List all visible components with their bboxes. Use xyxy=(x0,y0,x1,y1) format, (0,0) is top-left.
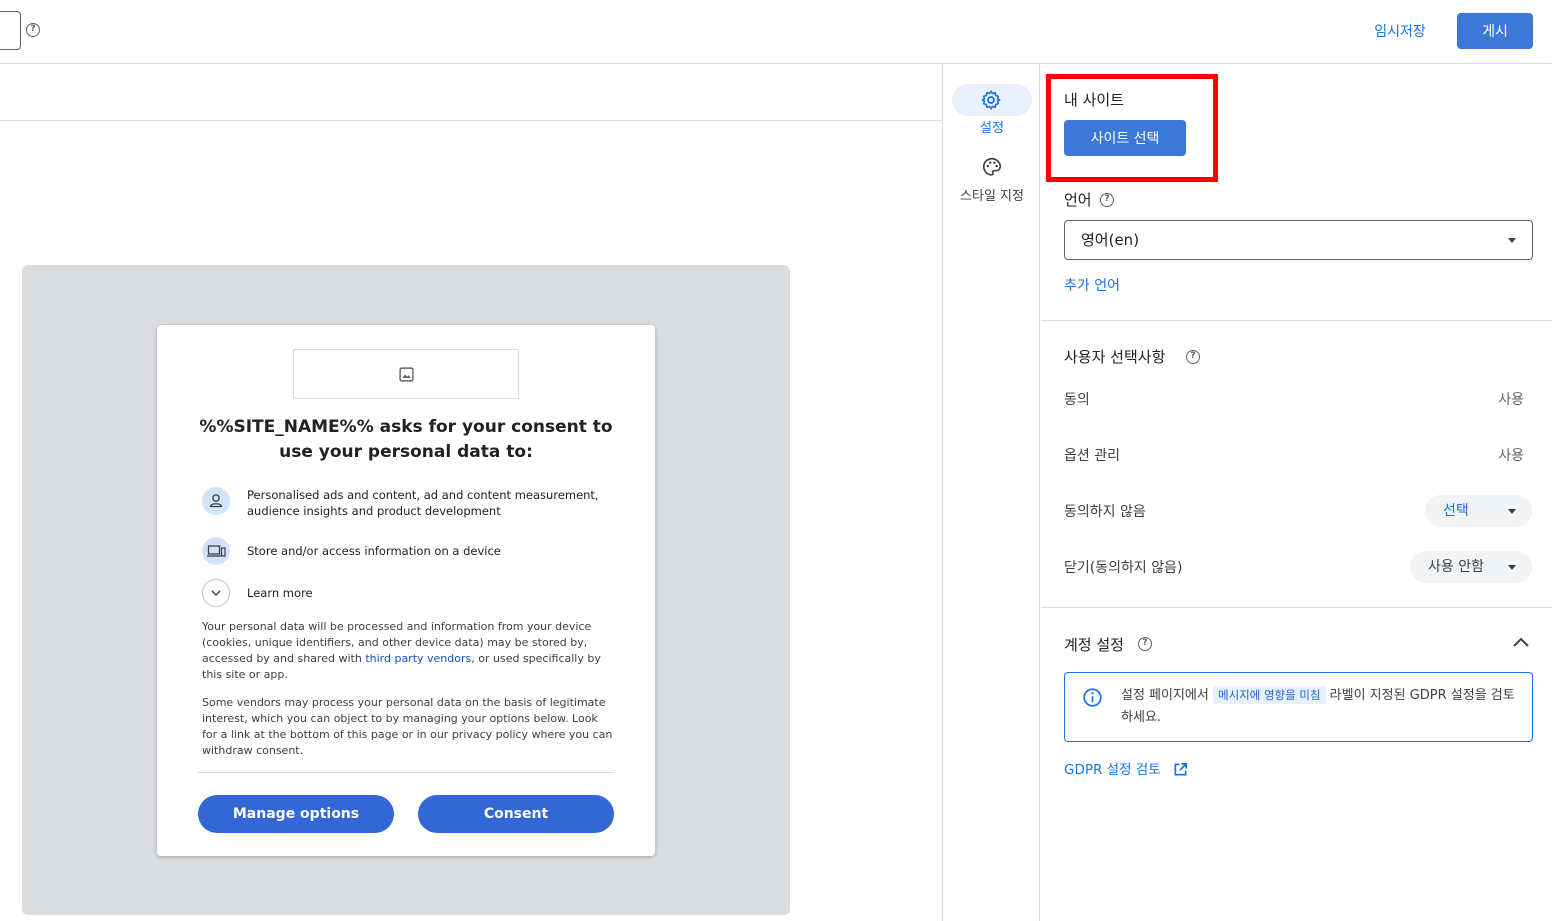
palette-icon xyxy=(982,157,1002,176)
side-rail: 설정 스타일 지정 xyxy=(942,64,1040,921)
choice-close-label: 닫기(동의하지 않음) xyxy=(1064,560,1183,576)
section-divider xyxy=(1041,607,1552,608)
choice-reject-label: 동의하지 않음 xyxy=(1064,504,1146,520)
user-choices-help-icon[interactable]: ? xyxy=(1186,350,1200,364)
rail-item-style[interactable]: 스타일 지정 xyxy=(943,152,1041,212)
consent-paragraph-2: Some vendors may process your personal d… xyxy=(202,696,613,757)
preview-area: %%SITE_NAME%% asks for your consent to u… xyxy=(22,265,790,915)
rail-item-settings[interactable]: 설정 xyxy=(943,64,1041,144)
reject-chip-value: 선택 xyxy=(1443,503,1469,519)
section-divider xyxy=(1041,320,1552,321)
learn-more-link[interactable]: Learn more xyxy=(247,585,447,601)
purpose-ads-text: Personalised ads and content, ad and con… xyxy=(247,488,599,518)
language-title: 언어 xyxy=(1064,191,1092,209)
person-icon xyxy=(202,487,230,515)
dropdown-arrow-icon xyxy=(1508,509,1516,514)
reject-select-chip[interactable]: 선택 xyxy=(1425,495,1532,527)
user-choices-title: 사용자 선택사항 xyxy=(1064,348,1166,366)
highlight-annotation xyxy=(1046,74,1218,182)
account-settings-title: 계정 설정 xyxy=(1064,636,1124,654)
message-name-field[interactable] xyxy=(0,11,21,50)
language-help-icon[interactable]: ? xyxy=(1100,193,1114,207)
gdpr-info-text: 설정 페이지에서 메시지에 영향을 미침 라벨이 지정된 GDPR 설정을 검토… xyxy=(1121,684,1521,729)
publish-button[interactable]: 게시 xyxy=(1457,13,1533,49)
third-party-vendors-link[interactable]: third party vendors xyxy=(365,652,471,665)
gear-icon xyxy=(981,90,1001,110)
close-select-chip[interactable]: 사용 안함 xyxy=(1410,551,1532,583)
language-value: 영어(en) xyxy=(1081,231,1140,249)
choice-manage-label: 옵션 관리 xyxy=(1064,448,1120,464)
image-icon xyxy=(399,367,414,382)
consent-paragraph-1: Your personal data will be processed and… xyxy=(202,619,614,683)
account-help-icon[interactable]: ? xyxy=(1138,637,1152,651)
gdpr-settings-link[interactable]: GDPR 설정 검토 xyxy=(1064,758,1188,778)
affects-message-tag: 메시지에 영향을 미침 xyxy=(1213,686,1326,704)
gdpr-link-text: GDPR 설정 검토 xyxy=(1064,762,1161,778)
purpose-storage-text: Store and/or access information on a dev… xyxy=(247,544,501,558)
site-logo-placeholder[interactable] xyxy=(293,349,519,399)
choice-manage-value: 사용 xyxy=(1498,448,1524,464)
dropdown-arrow-icon xyxy=(1508,238,1516,243)
add-language-link[interactable]: 추가 언어 xyxy=(1064,275,1120,295)
canvas-divider xyxy=(0,120,942,121)
save-draft-button[interactable]: 임시저장 xyxy=(1360,14,1440,48)
consent-dialog-preview: %%SITE_NAME%% asks for your consent to u… xyxy=(157,325,655,856)
settings-panel: 내 사이트 사이트 선택 언어 ? 영어(en) 추가 언어 사용자 선택사항 … xyxy=(1041,64,1552,921)
external-link-icon xyxy=(1174,763,1187,776)
chevron-down-icon[interactable] xyxy=(202,579,230,607)
info-text-start: 설정 페이지에서 xyxy=(1121,688,1213,703)
info-icon xyxy=(1083,688,1102,707)
top-bar: ? 임시저장 게시 xyxy=(0,0,1552,64)
consent-title: %%SITE_NAME%% asks for your consent to u… xyxy=(199,417,613,462)
rail-style-label: 스타일 지정 xyxy=(960,189,1024,204)
choice-consent-label: 동의 xyxy=(1064,392,1090,408)
chevron-up-icon[interactable] xyxy=(1512,636,1530,648)
gdpr-info-box: 설정 페이지에서 메시지에 영향을 미침 라벨이 지정된 GDPR 설정을 검토… xyxy=(1064,672,1533,742)
choice-consent-value: 사용 xyxy=(1498,392,1524,408)
preview-canvas: %%SITE_NAME%% asks for your consent to u… xyxy=(0,64,942,921)
dialog-divider xyxy=(198,772,614,773)
close-chip-value: 사용 안함 xyxy=(1428,559,1484,575)
devices-icon xyxy=(202,537,230,565)
consent-button[interactable]: Consent xyxy=(418,795,614,833)
manage-options-button[interactable]: Manage options xyxy=(198,795,394,833)
language-select[interactable]: 영어(en) xyxy=(1064,220,1533,260)
rail-settings-label: 설정 xyxy=(980,121,1004,136)
dropdown-arrow-icon xyxy=(1508,565,1516,570)
help-icon[interactable]: ? xyxy=(26,23,40,37)
